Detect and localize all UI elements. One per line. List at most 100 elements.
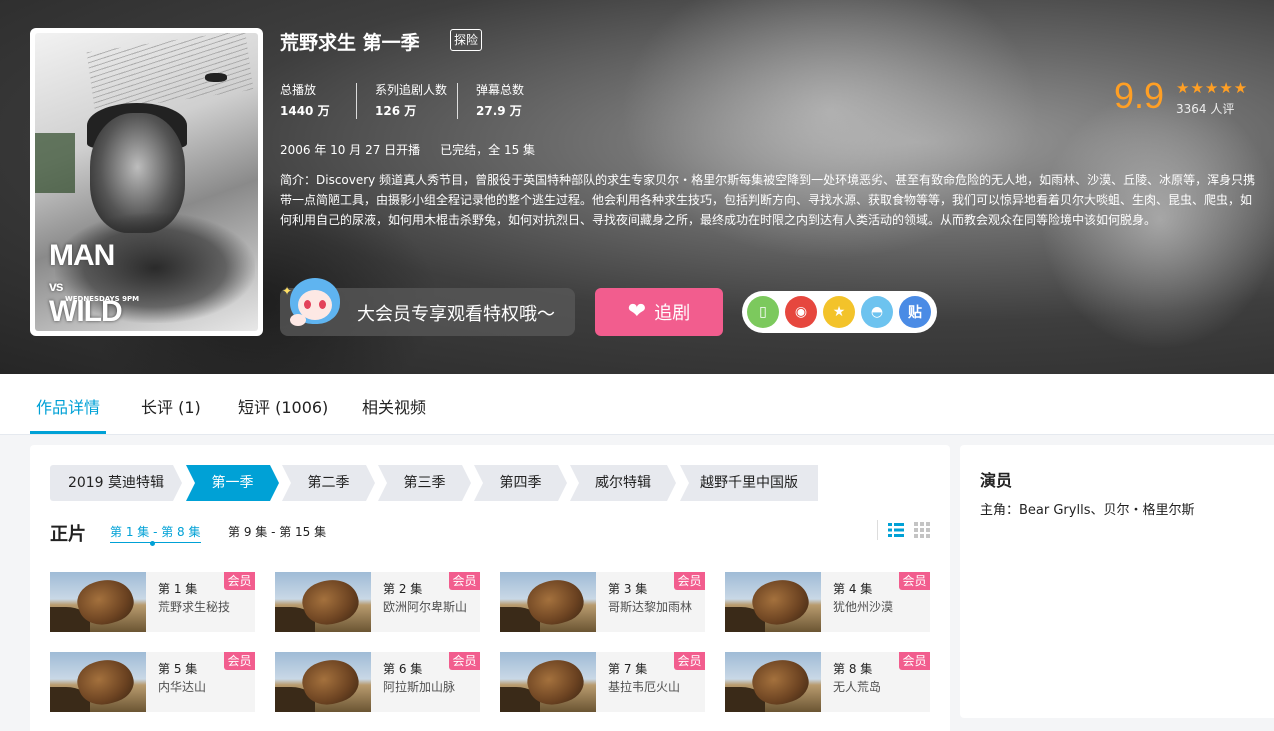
episode-thumbnail <box>500 572 596 632</box>
episode-card[interactable]: 第 1 集荒野求生秘技 会员 <box>50 572 255 632</box>
qq-share-icon[interactable]: ◓ <box>861 296 893 328</box>
episode-title: 哥斯达黎加雨林 <box>608 600 693 614</box>
cast-panel: 演员 主角：Bear Grylls、贝尔・格里尔斯 <box>960 445 1274 718</box>
divider <box>356 83 357 119</box>
episode-title: 无人荒岛 <box>833 680 882 694</box>
tab-short-reviews[interactable]: 短评 (1006) <box>238 394 328 418</box>
episode-number: 第 6 集 <box>383 662 423 676</box>
premiere-info: 2006 年 10 月 27 日开播 已完结，全 15 集 <box>280 141 555 158</box>
rating-stars-icon: ★★★★★ <box>1176 79 1249 97</box>
episode-thumbnail <box>275 652 371 712</box>
episode-range-1-8[interactable]: 第 1 集 - 第 8 集 <box>110 523 201 543</box>
active-tab-indicator <box>30 431 106 434</box>
episode-card[interactable]: 第 8 集无人荒岛 会员 <box>725 652 930 712</box>
stat-followers: 系列追剧人数 126 万 <box>375 82 447 119</box>
episode-number: 第 3 集 <box>608 582 648 596</box>
tab-long-reviews[interactable]: 长评 (1) <box>141 394 201 418</box>
episode-card[interactable]: 第 5 集内华达山 会员 <box>50 652 255 712</box>
list-view-icon[interactable] <box>888 522 904 538</box>
weibo-share-icon[interactable]: ◉ <box>785 296 817 328</box>
rating-count[interactable]: 3364 人评 <box>1176 100 1234 117</box>
episode-title: 阿拉斯加山脉 <box>383 680 456 694</box>
episode-title: 内华达山 <box>158 680 207 694</box>
vip-badge: 会员 <box>224 572 255 590</box>
divider <box>877 520 878 540</box>
stat-value: 1440 万 <box>280 104 330 118</box>
helicopter-icon <box>205 73 227 82</box>
mascot-icon: ✦ <box>282 274 346 336</box>
vip-badge: 会员 <box>899 572 930 590</box>
stat-label: 系列追剧人数 <box>375 83 448 97</box>
show-title: 荒野求生 第一季 <box>280 32 420 54</box>
show-intro: 简介：Discovery 频道真人秀节目，曾服役于英国特种部队的求生专家贝尔・格… <box>280 173 1256 227</box>
qzone-share-icon[interactable]: ★ <box>823 296 855 328</box>
tab-related-videos[interactable]: 相关视频 <box>362 394 426 418</box>
season-tab-modi-special[interactable]: 2019 莫迪特辑 <box>50 465 182 501</box>
vip-banner[interactable]: ✦ 大会员专享观看特权哦～ <box>280 278 575 336</box>
grid-view-icon[interactable] <box>914 522 930 538</box>
episode-title: 荒野求生秘技 <box>158 600 231 614</box>
poster-image: MAN vs WILD WEDNESDAYS 9PM <box>35 33 258 331</box>
episode-number: 第 7 集 <box>608 662 648 676</box>
episode-card[interactable]: 第 3 集哥斯达黎加雨林 会员 <box>500 572 705 632</box>
poster-title: MAN vs WILD <box>49 239 123 328</box>
episodes-panel: 2019 莫迪特辑 第一季 第二季 第三季 第四季 威尔特辑 越野千里中国版 正… <box>30 445 950 731</box>
hero-header: MAN vs WILD WEDNESDAYS 9PM 荒野求生 第一季 探险 总… <box>0 0 1274 374</box>
episode-number: 第 1 集 <box>158 582 198 596</box>
season-tab-2[interactable]: 第二季 <box>282 465 375 501</box>
episode-card[interactable]: 第 7 集基拉韦厄火山 会员 <box>500 652 705 712</box>
season-tab-will-special[interactable]: 威尔特辑 <box>570 465 676 501</box>
stat-label: 弹幕总数 <box>476 83 525 97</box>
vip-badge: 会员 <box>449 652 480 670</box>
episode-range-9-15[interactable]: 第 9 集 - 第 15 集 <box>228 523 326 540</box>
season-tab-1[interactable]: 第一季 <box>186 465 279 501</box>
episode-thumbnail <box>275 572 371 632</box>
mobile-share-icon[interactable]: ▯ <box>747 296 779 328</box>
episode-card[interactable]: 第 4 集犹他州沙漠 会员 <box>725 572 930 632</box>
episode-title: 基拉韦厄火山 <box>608 680 681 694</box>
rating-score: 9.9 <box>1114 75 1165 116</box>
follow-label: 追剧 <box>654 303 691 324</box>
vip-badge: 会员 <box>224 652 255 670</box>
stat-label: 总播放 <box>280 83 317 97</box>
episode-thumbnail <box>50 652 146 712</box>
vip-badge: 会员 <box>899 652 930 670</box>
episode-card[interactable]: 第 2 集欧洲阿尔卑斯山 会员 <box>275 572 480 632</box>
genre-tag[interactable]: 探险 <box>450 29 483 51</box>
cast-line: 主角：Bear Grylls、贝尔・格里尔斯 <box>980 503 1195 518</box>
vip-banner-text: 大会员专享观看特权哦～ <box>357 304 555 325</box>
poster-text-block <box>86 33 254 112</box>
episode-title: 犹他州沙漠 <box>833 600 894 614</box>
cast-title: 演员 <box>980 471 1013 490</box>
stat-total-plays: 总播放 1440 万 <box>280 82 330 119</box>
stat-danmaku: 弹幕总数 27.9 万 <box>476 82 524 119</box>
poster-trees <box>35 133 75 193</box>
episode-number: 第 4 集 <box>833 582 873 596</box>
share-bar: ▯ ◉ ★ ◓ 贴 <box>742 291 937 333</box>
vip-badge: 会员 <box>674 572 705 590</box>
episode-thumbnail <box>50 572 146 632</box>
show-poster[interactable]: MAN vs WILD WEDNESDAYS 9PM <box>30 28 263 336</box>
episode-status: 已完结，全 15 集 <box>440 143 536 157</box>
divider <box>457 83 458 119</box>
vip-badge: 会员 <box>674 652 705 670</box>
episode-number: 第 2 集 <box>383 582 423 596</box>
poster-tagline: WEDNESDAYS 9PM <box>65 295 140 303</box>
season-tab-3[interactable]: 第三季 <box>378 465 471 501</box>
detail-tabs: 作品详情 长评 (1) 短评 (1006) 相关视频 <box>0 374 1274 435</box>
premiere-date: 2006 年 10 月 27 日开播 <box>280 143 421 157</box>
heart-icon: ❤ <box>627 299 647 324</box>
tieba-share-icon[interactable]: 贴 <box>899 296 931 328</box>
episode-thumbnail <box>725 652 821 712</box>
episode-thumbnail <box>500 652 596 712</box>
season-tab-china[interactable]: 越野千里中国版 <box>680 465 818 501</box>
season-tab-4[interactable]: 第四季 <box>474 465 567 501</box>
episode-card[interactable]: 第 6 集阿拉斯加山脉 会员 <box>275 652 480 712</box>
episode-number: 第 8 集 <box>833 662 873 676</box>
stat-value: 27.9 万 <box>476 104 522 118</box>
follow-button[interactable]: ❤ 追剧 <box>595 288 723 336</box>
section-title: 正片 <box>50 524 86 545</box>
vip-badge: 会员 <box>449 572 480 590</box>
range-indicator <box>150 541 155 546</box>
tab-details[interactable]: 作品详情 <box>36 394 100 418</box>
